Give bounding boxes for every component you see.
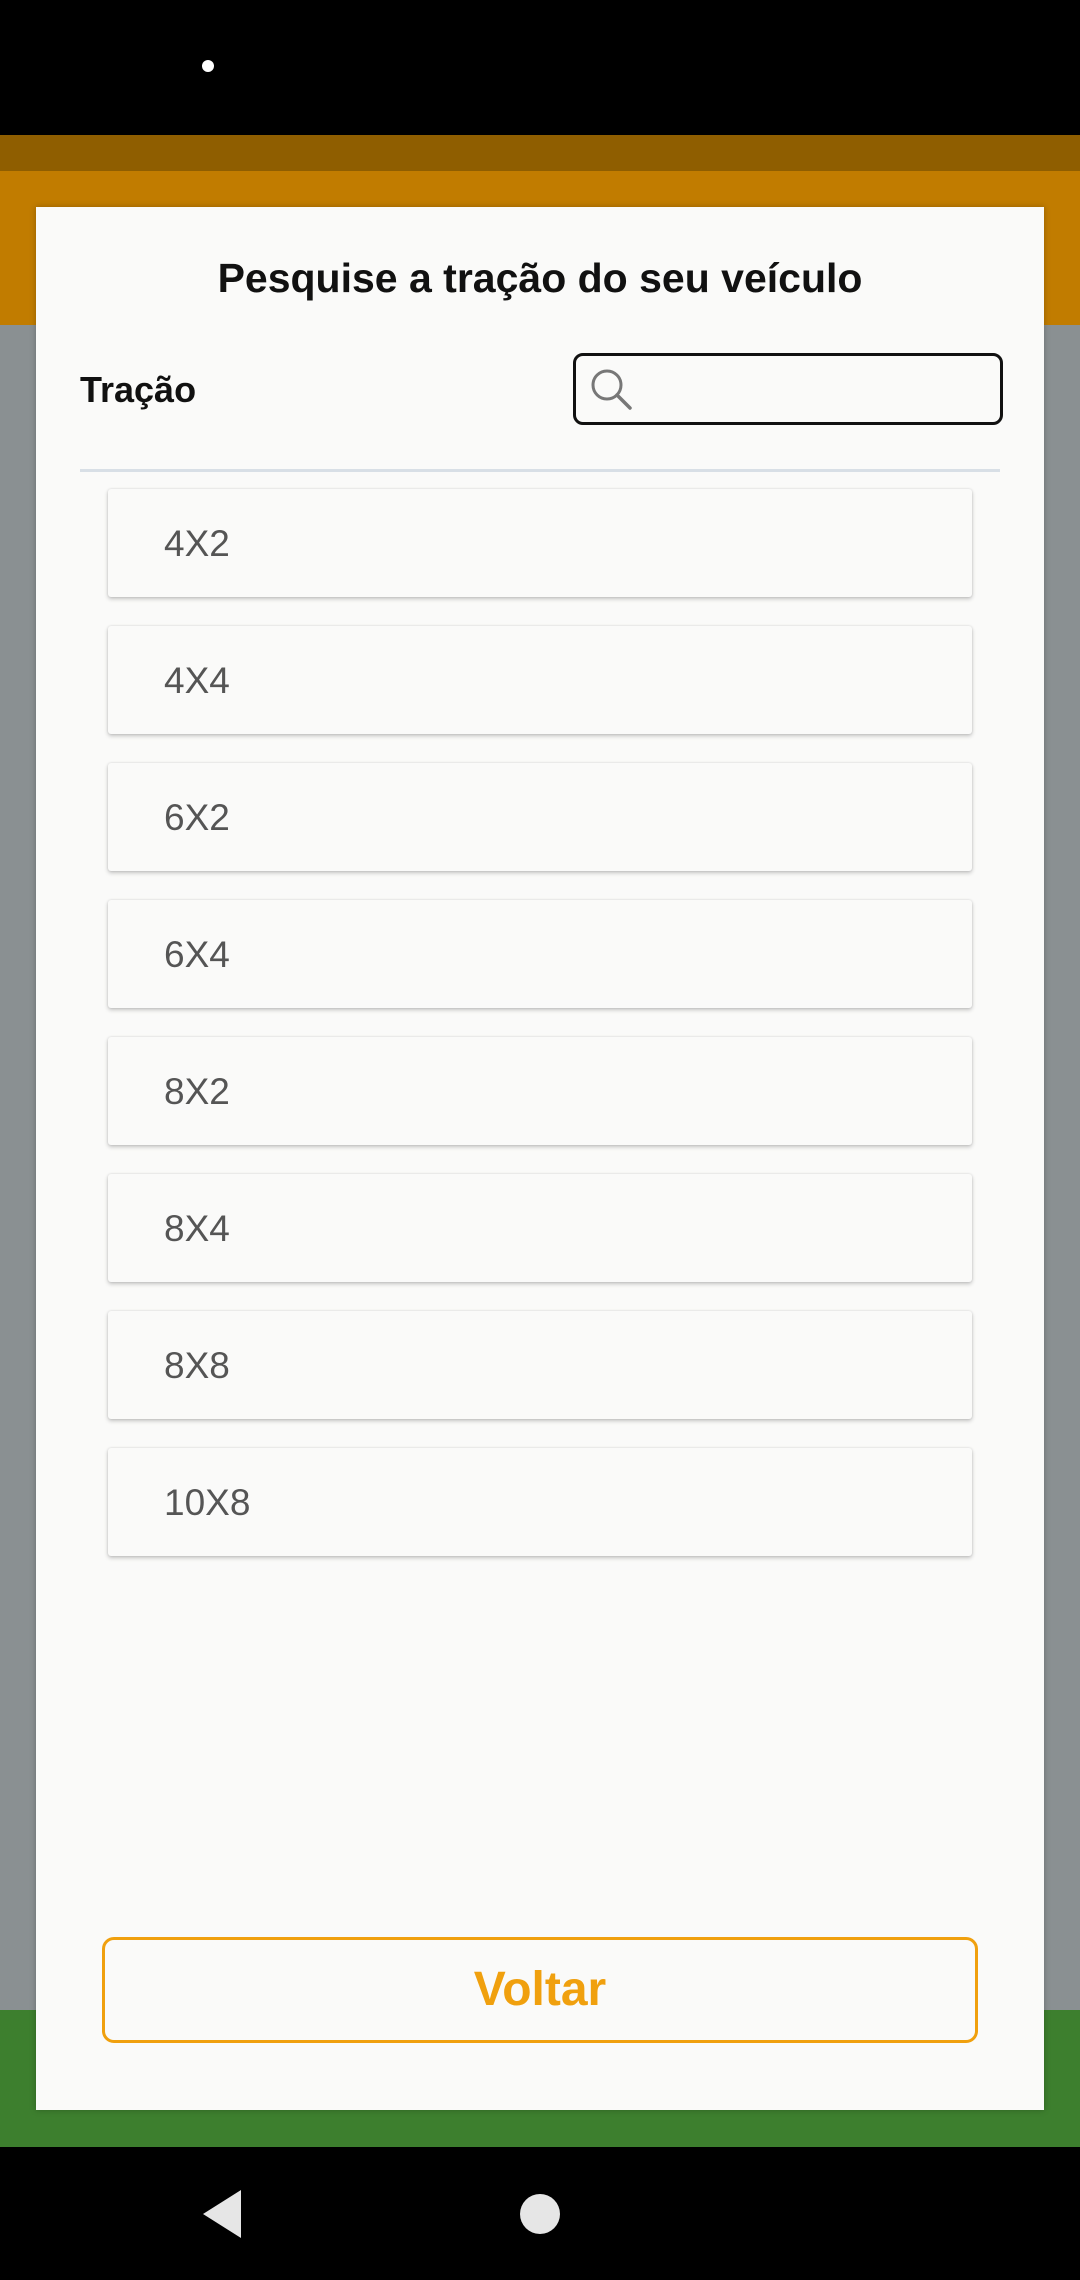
dialog-title: Pesquise a tração do seu veículo	[217, 255, 863, 301]
option-label: 6X4	[164, 934, 230, 975]
traction-option-list: 4X2 4X4 6X2 6X4 8X2 8X4 8X8 10X8	[108, 489, 972, 1585]
option-item[interactable]: 4X4	[108, 626, 972, 734]
option-label: 10X8	[164, 1482, 251, 1523]
app-bar-top-strip	[0, 135, 1080, 171]
option-item[interactable]: 8X4	[108, 1174, 972, 1282]
search-box[interactable]	[573, 353, 1003, 425]
option-item[interactable]: 6X4	[108, 900, 972, 1008]
nav-home-icon[interactable]	[520, 2194, 560, 2234]
search-input[interactable]	[642, 364, 986, 416]
option-label: 8X4	[164, 1208, 230, 1249]
option-item[interactable]: 6X2	[108, 763, 972, 871]
traction-search-dialog: Pesquise a tração do seu veículo Tração …	[36, 207, 1044, 2110]
option-label: 8X2	[164, 1071, 230, 1112]
option-label: 4X4	[164, 660, 230, 701]
search-icon	[591, 369, 632, 410]
back-button[interactable]: Voltar	[102, 1937, 978, 2043]
status-bar	[0, 0, 1080, 135]
traction-label: Tração	[80, 369, 197, 410]
notification-dot-icon	[202, 60, 214, 72]
option-item[interactable]: 8X2	[108, 1037, 972, 1145]
option-label: 4X2	[164, 523, 230, 564]
nav-back-icon[interactable]	[203, 2190, 241, 2238]
option-item[interactable]: 8X8	[108, 1311, 972, 1419]
option-label: 8X8	[164, 1345, 230, 1386]
option-label: 6X2	[164, 797, 230, 838]
divider	[80, 469, 1000, 472]
option-item[interactable]: 10X8	[108, 1448, 972, 1556]
option-item[interactable]: 4X2	[108, 489, 972, 597]
